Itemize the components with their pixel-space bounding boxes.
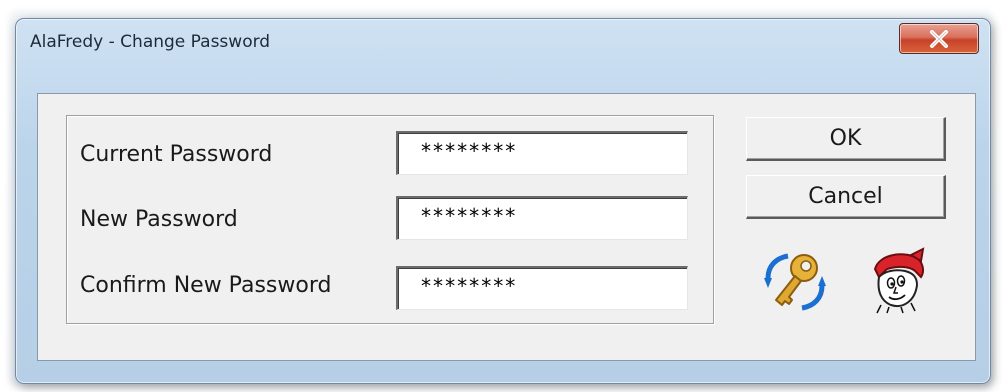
cancel-button[interactable]: Cancel xyxy=(746,175,946,219)
current-password-field[interactable]: ******** xyxy=(396,131,688,175)
close-icon xyxy=(928,29,950,48)
new-password-field[interactable]: ******** xyxy=(396,196,688,240)
current-password-label: Current Password xyxy=(80,142,273,167)
window-title: AlaFredy - Change Password xyxy=(30,32,271,52)
mascot-icon xyxy=(861,247,929,319)
ok-button[interactable]: OK xyxy=(746,117,946,161)
confirm-password-field[interactable]: ******** xyxy=(396,266,688,310)
new-password-label: New Password xyxy=(80,207,238,232)
close-button[interactable] xyxy=(899,23,979,54)
confirm-password-label: Confirm New Password xyxy=(80,273,332,298)
key-refresh-icon[interactable] xyxy=(762,248,828,318)
